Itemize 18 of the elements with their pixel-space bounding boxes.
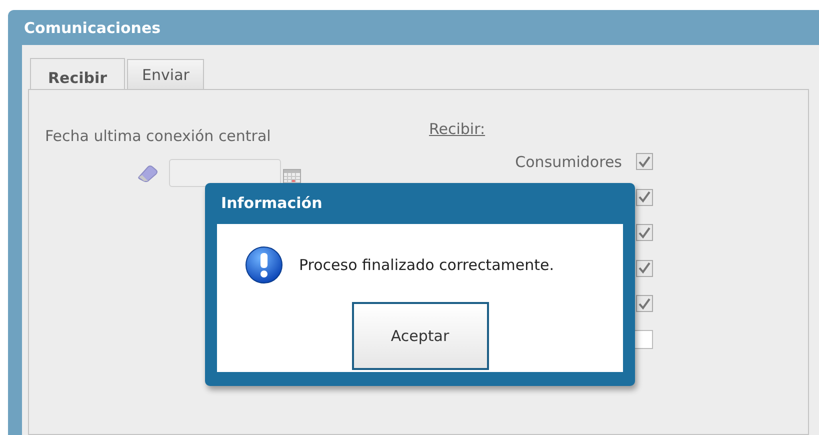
dialog-message: Proceso finalizado correctamente. — [299, 256, 554, 274]
accept-button[interactable]: Aceptar — [352, 302, 488, 370]
tab[interactable]: Recibir — [30, 58, 126, 90]
date-label: Fecha ultima conexión central — [45, 127, 271, 145]
date-input-field[interactable] — [169, 159, 281, 187]
checkbox[interactable] — [636, 260, 653, 277]
option-label: Consumidores — [515, 152, 622, 171]
checkbox[interactable] — [636, 153, 653, 170]
checkbox[interactable] — [636, 295, 653, 312]
checkbox[interactable] — [636, 224, 653, 242]
receive-heading: Recibir: — [429, 120, 486, 138]
checkbox[interactable] — [636, 188, 653, 206]
eraser-icon — [137, 164, 159, 182]
tab[interactable]: Enviar — [127, 59, 204, 89]
checkbox[interactable] — [634, 330, 653, 349]
dialog-title: Información — [220, 193, 324, 214]
window-title: Comunicaciones — [23, 18, 162, 39]
info-icon — [245, 246, 283, 284]
